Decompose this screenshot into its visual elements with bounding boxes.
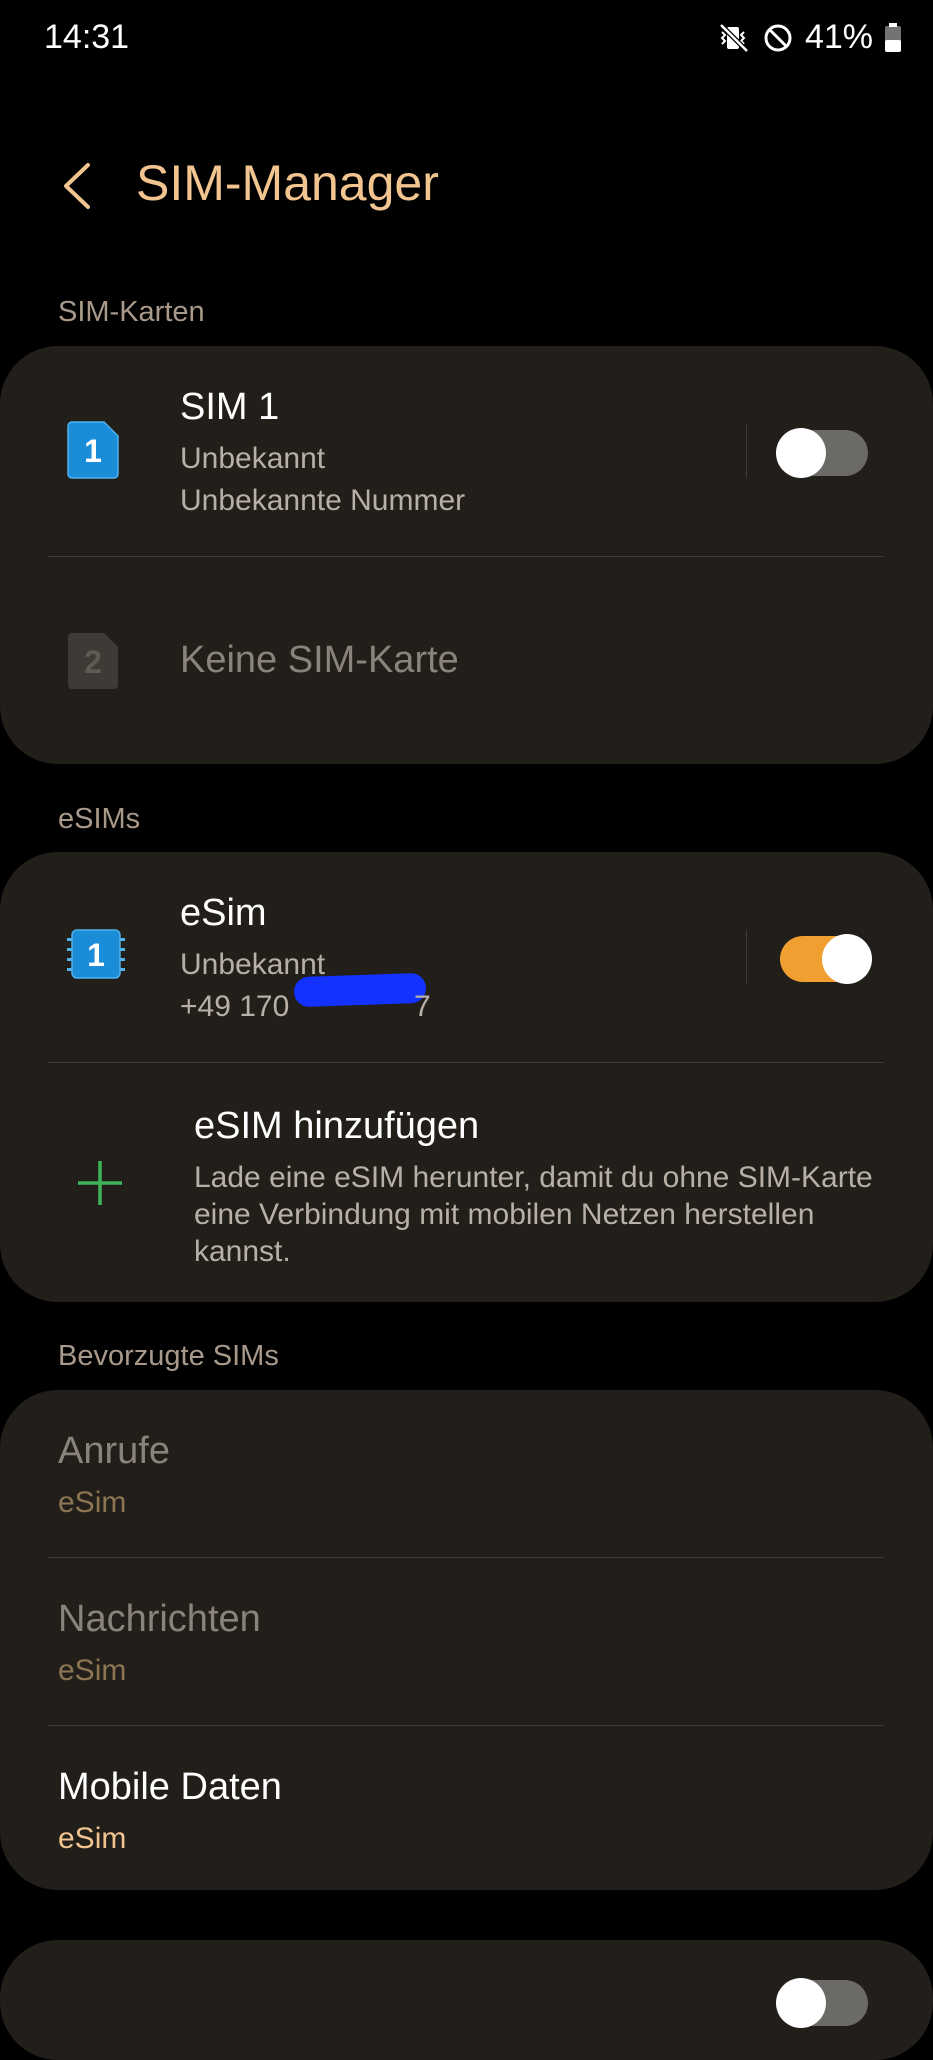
esim1-number: +49 170 [180,990,290,1023]
pref-calls-title: Anrufe [58,1430,170,1472]
esim1-toggle[interactable] [780,934,872,984]
vibrate-mute-icon [717,21,751,55]
battery-percent: 41% [804,18,873,56]
esim-chip-icon: 1 [66,926,126,986]
esims-card: 1 eSim Unbekannt +49 170 7 eSIM hinzufüg… [0,852,933,1302]
svg-text:1: 1 [87,937,105,973]
redaction-mark [293,972,427,1008]
sim2-title: Keine SIM-Karte [180,639,459,681]
esim1-number-suffix: 7 [414,990,431,1023]
toggle-knob [776,1978,826,2028]
pref-messages-row[interactable]: Nachrichten eSim [0,1558,933,1725]
esim1-row[interactable]: 1 eSim Unbekannt +49 170 7 [0,852,933,1062]
add-esim-description: Lade eine eSIM herunter, damit du ohne S… [194,1161,873,1268]
section-label-esims: eSIMs [58,803,141,835]
sim1-title: SIM 1 [180,386,280,428]
back-button[interactable] [52,156,102,216]
separator [746,424,747,478]
do-not-disturb-icon [761,21,795,55]
sim1-status: Unbekannt [180,442,326,475]
separator [746,930,747,984]
add-esim-row[interactable]: eSIM hinzufügen Lade eine eSIM herunter,… [0,1063,933,1302]
back-arrow-icon[interactable] [60,161,94,211]
svg-text:2: 2 [84,644,102,680]
status-icons: 41% [717,18,903,57]
pref-mobile-data-row[interactable]: Mobile Daten eSim [0,1726,933,1890]
page-title: SIM-Manager [136,155,439,211]
add-esim-title: eSIM hinzufügen [194,1105,480,1147]
preferred-sims-card: Anrufe eSim Nachrichten eSim Mobile Date… [0,1390,933,1890]
sim1-number: Unbekannte Nummer [180,484,466,517]
battery-icon [883,21,903,55]
section-label-sim-cards: SIM-Karten [58,296,205,328]
esim1-title: eSim [180,892,267,934]
plus-icon [76,1159,124,1207]
app-header: SIM-Manager [0,140,933,230]
toggle-knob [776,428,826,478]
sim-card-1-icon: 1 [66,420,120,480]
pref-messages-value: eSim [58,1654,127,1687]
next-card-partial [0,1940,933,2060]
sim-card-2-icon: 2 [66,631,120,691]
sim-cards-card: 1 SIM 1 Unbekannt Unbekannte Nummer 2 Ke… [0,346,933,764]
sim1-toggle[interactable] [776,428,868,478]
pref-calls-row[interactable]: Anrufe eSim [0,1390,933,1557]
status-time: 14:31 [44,18,130,56]
section-label-preferred-sims: Bevorzugte SIMs [58,1340,279,1372]
status-bar: 14:31 41% [0,0,933,80]
pref-calls-value: eSim [58,1486,127,1519]
sim2-row: 2 Keine SIM-Karte [0,557,933,764]
svg-text:1: 1 [84,433,102,469]
partial-toggle[interactable] [776,1978,868,2028]
pref-mobile-data-value: eSim [58,1822,127,1855]
toggle-knob [822,934,872,984]
pref-messages-title: Nachrichten [58,1598,261,1640]
sim1-row[interactable]: 1 SIM 1 Unbekannt Unbekannte Nummer [0,346,933,556]
pref-mobile-data-title: Mobile Daten [58,1766,282,1808]
